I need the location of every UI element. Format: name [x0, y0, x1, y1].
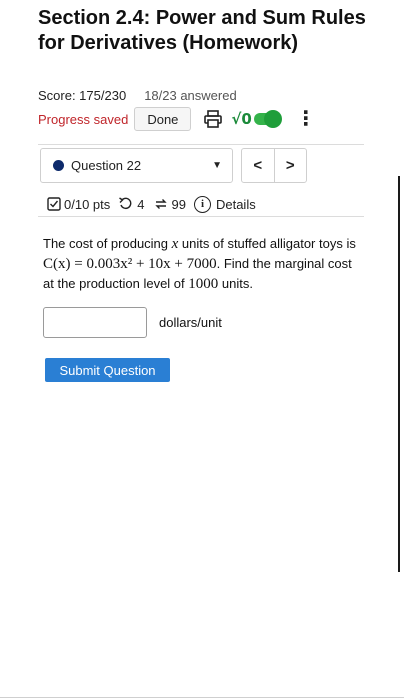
- toggle-knob: [263, 110, 282, 128]
- more-options-icon[interactable]: ⋮: [296, 109, 316, 129]
- question-text-part: units of stuffed alligator toys is: [178, 236, 356, 251]
- details-link[interactable]: Details: [216, 197, 256, 212]
- bottom-divider: [0, 697, 404, 698]
- divider: [38, 216, 364, 217]
- caret-down-icon: ▼: [212, 160, 222, 171]
- answered-count: 18/23 answered: [144, 87, 237, 103]
- status-row: Progress saved Done √0 ⋮: [38, 106, 316, 132]
- progress-status: Progress saved: [38, 111, 129, 127]
- printer-icon[interactable]: [203, 109, 223, 129]
- done-button[interactable]: Done: [134, 107, 192, 131]
- page-title: Section 2.4: Power and Sum Rules for Der…: [38, 7, 366, 54]
- retries-count: 4: [137, 196, 145, 212]
- question-text: The cost of producing x units of stuffed…: [43, 234, 363, 294]
- question-meta: 0/10 pts 4 99 i Details: [47, 194, 256, 214]
- math-cost-function: C(x) = 0.003x² + 10x + 7000: [43, 256, 217, 272]
- retry-icon: [119, 197, 132, 210]
- answer-row: dollars/unit: [43, 307, 222, 338]
- score-row: Score: 175/230 18/23 answered: [38, 86, 237, 104]
- attempts-icon: [154, 199, 167, 209]
- score-text: Score: 175/230: [38, 87, 127, 103]
- math-entry-icon[interactable]: √0: [231, 110, 251, 128]
- question-select-label: Question 22: [71, 158, 142, 173]
- question-select[interactable]: Question 22 ▼: [40, 148, 233, 183]
- scrollbar[interactable]: [398, 176, 400, 572]
- question-text-part: units.: [218, 276, 253, 291]
- question-nav-group: < >: [241, 148, 307, 183]
- answer-unit: dollars/unit: [159, 315, 222, 330]
- question-status-dot: [53, 160, 64, 171]
- submit-question-button[interactable]: Submit Question: [45, 358, 170, 382]
- answer-input[interactable]: [43, 307, 147, 338]
- math-production-level: 1000: [188, 276, 219, 292]
- info-icon[interactable]: i: [193, 195, 211, 213]
- math-toggle-switch[interactable]: [253, 110, 282, 128]
- attempts-count: 99: [171, 196, 186, 212]
- checkbox-icon: [47, 197, 61, 211]
- divider: [38, 144, 364, 145]
- points-text: 0/10 pts: [64, 196, 111, 212]
- next-question-button[interactable]: >: [273, 149, 307, 182]
- question-text-part: The cost of producing: [43, 236, 172, 251]
- prev-question-button[interactable]: <: [242, 149, 274, 182]
